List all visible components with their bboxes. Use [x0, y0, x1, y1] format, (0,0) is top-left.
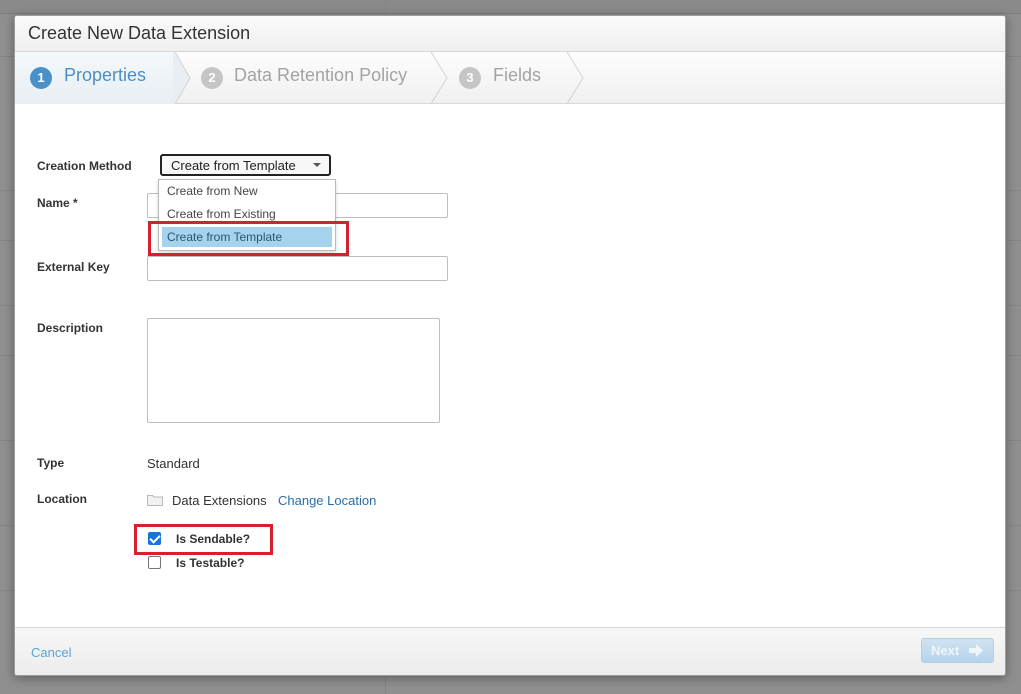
- creation-method-dropdown: Create from New Create from Existing Cre…: [158, 179, 336, 251]
- description-textarea[interactable]: [147, 318, 440, 423]
- step-label: Data Retention Policy: [234, 65, 408, 85]
- wizard-steps: 1 Properties 2 Data Retention Policy 3 F…: [15, 52, 1005, 104]
- step-properties[interactable]: 1 Properties: [15, 52, 175, 104]
- option-create-from-existing[interactable]: Create from Existing: [162, 204, 332, 224]
- step-data-retention-policy[interactable]: 2 Data Retention Policy: [191, 52, 431, 104]
- type-value: Standard: [147, 456, 200, 471]
- step-fields[interactable]: 3 Fields: [449, 52, 569, 104]
- dialog-header: Create New Data Extension: [15, 16, 1005, 52]
- dialog-title: Create New Data Extension: [28, 23, 251, 43]
- create-data-extension-dialog: Create New Data Extension 1 Properties 2…: [14, 15, 1006, 676]
- background-topbar: [0, 0, 1021, 14]
- is-testable-label: Is Testable?: [176, 556, 245, 570]
- description-label: Description: [37, 321, 104, 335]
- location-label: Location: [37, 492, 87, 506]
- next-button[interactable]: Next: [921, 638, 994, 663]
- option-create-from-new[interactable]: Create from New: [162, 181, 332, 201]
- step-number-badge: 3: [459, 67, 481, 89]
- external-key-input[interactable]: [147, 256, 448, 281]
- step-number-badge: 2: [201, 67, 223, 89]
- step-label: Properties: [64, 65, 147, 85]
- is-sendable-checkbox[interactable]: [148, 532, 161, 545]
- cancel-link[interactable]: Cancel: [31, 645, 71, 660]
- is-sendable-label: Is Sendable?: [176, 532, 251, 546]
- external-key-label: External Key: [37, 260, 110, 274]
- creation-method-select[interactable]: Create from Template: [160, 154, 331, 176]
- arrow-right-icon: [969, 644, 983, 657]
- folder-icon: [147, 495, 163, 506]
- step-label: Fields: [493, 65, 542, 85]
- name-label: Name *: [37, 196, 78, 210]
- caret-down-icon: [313, 163, 321, 167]
- creation-method-value: Create from Template: [171, 157, 296, 173]
- step-separator: [567, 52, 584, 104]
- step-separator: [431, 52, 448, 104]
- change-location-link[interactable]: Change Location: [278, 493, 376, 508]
- step-separator: [173, 52, 191, 104]
- next-button-label: Next: [931, 643, 960, 658]
- dialog-footer: Cancel Next: [15, 627, 1005, 675]
- type-label: Type: [37, 456, 65, 470]
- option-create-from-template[interactable]: Create from Template: [162, 227, 332, 247]
- location-value: Data Extensions: [172, 493, 267, 508]
- step-number-badge: 1: [30, 67, 52, 89]
- creation-method-label: Creation Method: [37, 159, 132, 173]
- is-testable-checkbox[interactable]: [148, 556, 161, 569]
